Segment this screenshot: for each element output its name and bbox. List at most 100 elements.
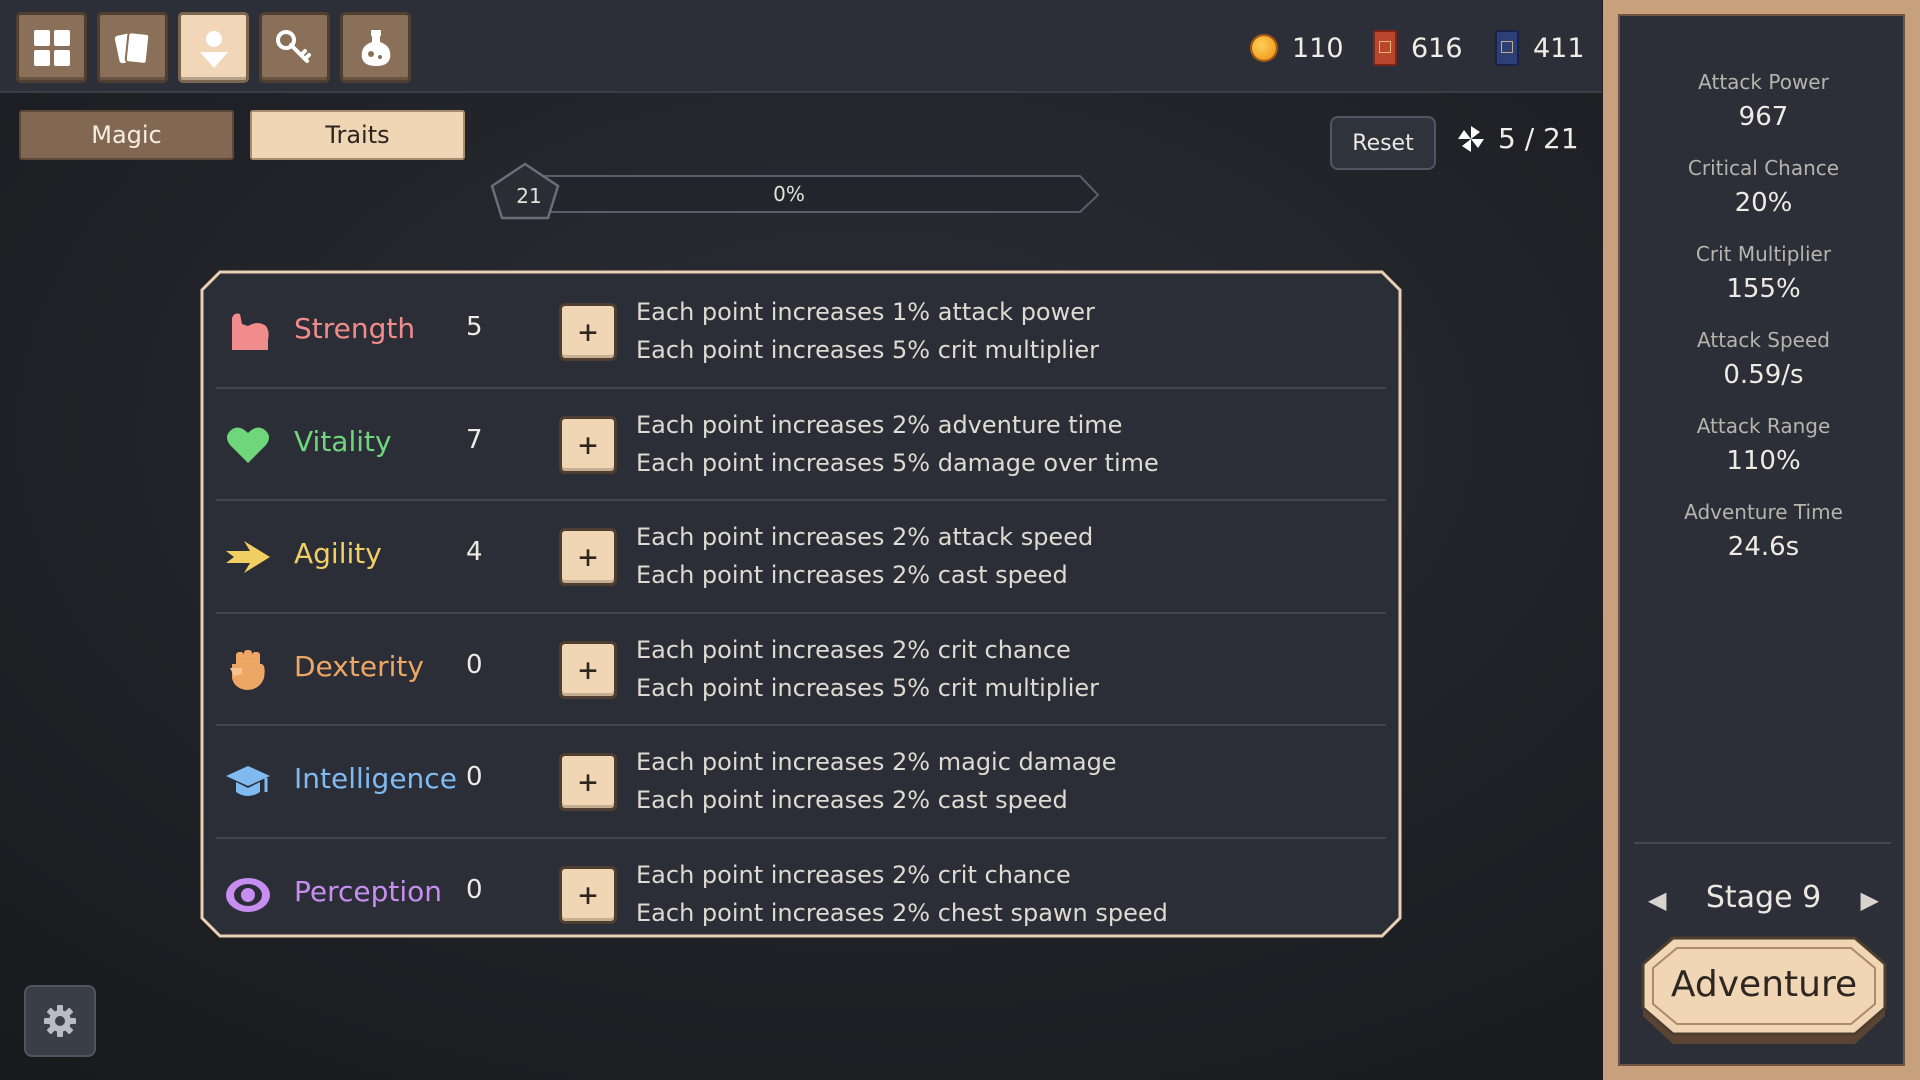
coin-amount: 110	[1292, 32, 1344, 64]
tab-traits[interactable]: Traits	[250, 110, 465, 160]
arrow-right-icon	[226, 541, 270, 573]
trait-points: 5 / 21	[1456, 122, 1579, 155]
stat-value: 155%	[1726, 274, 1801, 304]
trait-row-dexterity: Dexterity 0 + Each point increases 2% cr…	[216, 614, 1386, 726]
trait-description-line: Each point increases 5% damage over time	[636, 448, 1159, 477]
blue-book-icon	[1495, 30, 1519, 66]
trait-name: Agility	[294, 537, 382, 570]
inventory-grid-icon	[33, 29, 70, 66]
red-book-amount: 616	[1411, 32, 1463, 64]
potion-button[interactable]	[340, 12, 411, 83]
coin-icon	[1250, 34, 1278, 62]
trait-value: 0	[466, 874, 483, 905]
trait-description: Each point increases 2% magic damage Eac…	[636, 743, 1117, 819]
trait-points-value: 5 / 21	[1498, 122, 1579, 155]
inventory-grid-button[interactable]	[16, 12, 87, 83]
stats-sidebar-inner: Attack Power 967 Critical Chance 20% Cri…	[1618, 14, 1905, 1066]
trait-row-strength: Strength 5 + Each point increases 1% att…	[216, 276, 1386, 389]
trait-description: Each point increases 2% crit chance Each…	[636, 856, 1168, 932]
stat-label: Critical Chance	[1687, 156, 1840, 180]
trait-description-line: Each point increases 2% crit chance	[636, 860, 1071, 889]
level-number: 21	[516, 184, 542, 208]
stat-value: 0.59/s	[1723, 360, 1804, 390]
heart-icon	[227, 426, 269, 463]
tab-magic[interactable]: Magic	[19, 110, 234, 160]
trait-value: 5	[466, 312, 483, 342]
trait-name: Vitality	[294, 424, 392, 458]
stat-adventure-time: Adventure Time 24.6s	[1620, 500, 1907, 562]
increase-perception-button[interactable]: +	[559, 865, 617, 924]
stage-selector: ◀ Stage 9 ▶	[1620, 878, 1907, 922]
potion-icon	[361, 29, 390, 66]
cards-button[interactable]	[97, 12, 168, 83]
trait-name: Dexterity	[294, 649, 424, 683]
red-book-icon	[1373, 30, 1397, 66]
stat-value: 24.6s	[1727, 532, 1800, 562]
trait-description-line: Each point increases 5% crit multiplier	[636, 673, 1100, 702]
trait-description-line: Each point increases 2% cast speed	[636, 561, 1068, 589]
cards-icon	[114, 30, 150, 65]
next-stage-arrow-icon[interactable]: ▶	[1861, 886, 1879, 914]
adventure-button-label: Adventure	[1670, 964, 1858, 1005]
top-bar: 110 616 411	[0, 0, 1602, 93]
trait-name: Intelligence	[294, 762, 457, 795]
fist-icon	[230, 649, 265, 690]
increase-vitality-button[interactable]: +	[559, 415, 617, 474]
trait-description-line: Each point increases 2% cast speed	[636, 786, 1068, 814]
stat-crit-multiplier: Crit Multiplier 155%	[1620, 242, 1907, 304]
trait-description-line: Each point increases 2% attack speed	[636, 523, 1094, 551]
trait-row-perception: Perception 0 + Each point increases 2% c…	[216, 839, 1386, 952]
reset-button[interactable]: Reset	[1330, 116, 1436, 170]
traits-panel: Strength 5 + Each point increases 1% att…	[200, 270, 1402, 938]
trait-description-line: Each point increases 2% magic damage	[636, 748, 1117, 776]
blue-book-counter: 411	[1495, 26, 1585, 70]
stat-value: 967	[1738, 102, 1789, 132]
stat-attack-range: Attack Range 110%	[1620, 414, 1907, 476]
increase-intelligence-button[interactable]: +	[559, 753, 617, 811]
pinwheel-icon	[1458, 125, 1484, 152]
trait-value: 0	[466, 762, 483, 792]
trait-name: Strength	[294, 312, 416, 345]
trait-row-intelligence: Intelligence 0 + Each point increases 2%…	[216, 726, 1386, 839]
trait-description-line: Each point increases 1% attack power	[636, 298, 1095, 326]
level-progress-bar: 21 0%	[490, 162, 1100, 228]
stat-label: Attack Range	[1696, 414, 1831, 438]
trait-description: Each point increases 2% adventure time E…	[636, 406, 1159, 482]
stat-label: Attack Speed	[1697, 328, 1830, 352]
settings-button[interactable]	[24, 985, 96, 1057]
blue-book-amount: 411	[1533, 32, 1585, 64]
divider	[1634, 842, 1891, 844]
adventure-button[interactable]: Adventure	[1639, 936, 1889, 1048]
keys-icon	[275, 29, 311, 63]
stat-attack-speed: Attack Speed 0.59/s	[1620, 328, 1907, 390]
increase-agility-button[interactable]: +	[559, 528, 617, 586]
increase-dexterity-button[interactable]: +	[559, 640, 617, 699]
trait-row-vitality: Vitality 7 + Each point increases 2% adv…	[216, 389, 1386, 501]
coin-counter: 110	[1250, 26, 1344, 70]
character-button[interactable]	[178, 12, 249, 83]
red-book-counter: 616	[1373, 26, 1463, 70]
stat-value: 110%	[1726, 446, 1801, 476]
trait-name: Perception	[294, 874, 443, 908]
trait-description: Each point increases 2% attack speed Eac…	[636, 518, 1093, 594]
trait-list: Strength 5 + Each point increases 1% att…	[216, 276, 1386, 951]
stats-sidebar: Attack Power 967 Critical Chance 20% Cri…	[1603, 0, 1920, 1080]
character-icon	[199, 30, 228, 68]
trait-value: 4	[466, 537, 483, 567]
graduation-cap-icon	[226, 766, 270, 796]
stat-value: 20%	[1734, 188, 1793, 218]
trait-description: Each point increases 2% crit chance Each…	[636, 631, 1099, 707]
level-progress-label: 0%	[773, 182, 805, 206]
trait-value: 0	[466, 649, 483, 680]
flexed-arm-icon	[232, 313, 269, 350]
increase-strength-button[interactable]: +	[559, 303, 617, 361]
trait-description: Each point increases 1% attack power Eac…	[636, 293, 1099, 369]
stat-label: Adventure Time	[1684, 500, 1843, 524]
eye-icon	[226, 877, 270, 912]
stat-label: Crit Multiplier	[1695, 242, 1832, 266]
stat-label: Attack Power	[1698, 70, 1829, 94]
stat-attack-power: Attack Power 967	[1620, 70, 1907, 132]
keys-button[interactable]	[259, 12, 330, 83]
trait-description-line: Each point increases 2% adventure time	[636, 410, 1123, 439]
trait-row-agility: Agility 4 + Each point increases 2% atta…	[216, 501, 1386, 614]
